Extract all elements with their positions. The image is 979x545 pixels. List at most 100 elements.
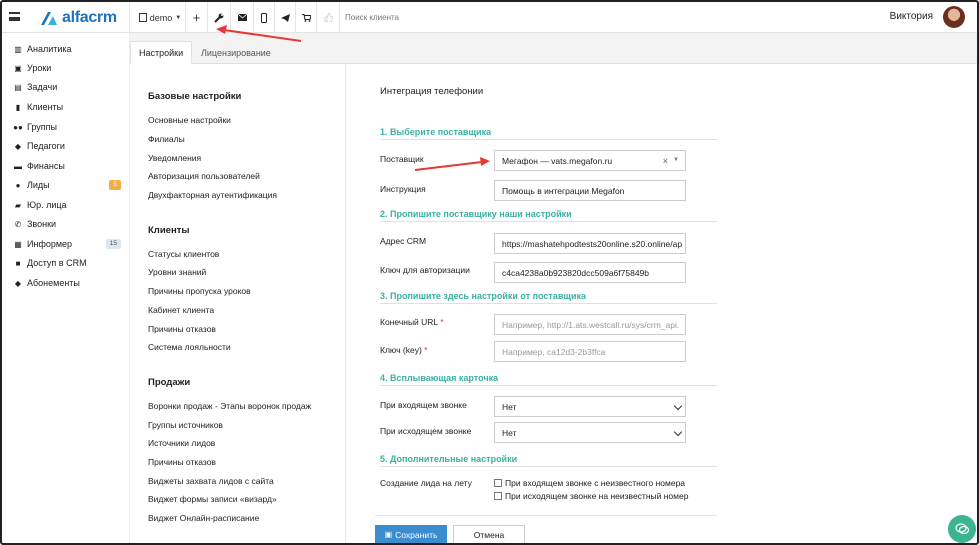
- required-mark: *: [440, 317, 444, 327]
- sidebar-item-leads[interactable]: ● Лиды 5: [13, 178, 121, 192]
- sidebar-item-label: Абонементы: [27, 278, 80, 288]
- checkbox-box[interactable]: [494, 492, 502, 500]
- sidebar-item-label: Аналитика: [27, 44, 72, 54]
- outgoing-call-label: При исходящем звонке: [380, 426, 472, 436]
- sidebar: ▥ Аналитика ▣ Уроки ▤ Задачи ▮ Клиенты ●● Гру…: [2, 33, 130, 543]
- add-button[interactable]: +: [186, 2, 207, 33]
- chevron-down-icon: [673, 401, 683, 411]
- crm-address-field[interactable]: https://mashatehpodtests20online.s20.onl…: [494, 233, 686, 254]
- instruction-link[interactable]: Помощь в интеграции Megafon: [494, 180, 686, 201]
- user-name[interactable]: Виктория: [890, 11, 933, 22]
- tab-licensing[interactable]: Лицензирование: [193, 41, 279, 64]
- menu-icon[interactable]: [9, 12, 20, 21]
- chat-widget-button[interactable]: [948, 515, 976, 543]
- branch-label: demo: [149, 12, 173, 23]
- outgoing-call-value: Нет: [502, 427, 517, 438]
- menu-item-main-settings[interactable]: Основные настройки: [148, 115, 231, 125]
- clear-icon[interactable]: ×: [663, 156, 668, 166]
- auth-key-label: Ключ для авторизации: [380, 265, 470, 275]
- menu-item-loyalty[interactable]: Система лояльности: [148, 342, 231, 352]
- menu-item-user-auth[interactable]: Авторизация пользователей: [148, 171, 260, 181]
- groups-icon: ●●: [13, 122, 23, 132]
- tab-label: Лицензирование: [201, 47, 271, 58]
- leads-count-badge: 5: [109, 180, 121, 190]
- cart-icon[interactable]: [296, 2, 316, 33]
- menu-item-2fa[interactable]: Двухфакторная аутентификация: [148, 190, 277, 200]
- caret-down-icon: ▼: [673, 157, 679, 163]
- menu-item-absence-reasons[interactable]: Причины пропуска уроков: [148, 286, 251, 296]
- menu-item-knowledge-levels[interactable]: Уровни знаний: [148, 267, 206, 277]
- checkbox-label: При исходящем звонке на неизвестный номе…: [505, 491, 689, 501]
- avatar[interactable]: [943, 6, 965, 28]
- menu-item-sales-funnels[interactable]: Воронки продаж - Этапы воронок продаж: [148, 401, 311, 411]
- phone-icon[interactable]: [254, 2, 274, 33]
- menu-item-schedule-widget[interactable]: Виджет Онлайн-расписание: [148, 513, 259, 523]
- incoming-unknown-checkbox[interactable]: При входящем звонке с неизвестного номер…: [494, 478, 685, 488]
- calls-icon: ✆: [14, 219, 22, 229]
- sidebar-item-tasks[interactable]: ▤ Задачи: [13, 80, 121, 94]
- provider-select[interactable]: Мегафон — vats.megafon.ru × ▼: [494, 150, 686, 171]
- provider-label: Поставщик: [380, 154, 424, 164]
- menu-item-lead-widgets[interactable]: Виджеты захвата лидов с сайта: [148, 476, 274, 486]
- incoming-call-select[interactable]: Нет: [494, 396, 686, 417]
- sidebar-item-label: Юр. лица: [27, 200, 67, 210]
- sidebar-item-calls[interactable]: ✆ Звонки: [13, 217, 121, 231]
- menu-item-branches[interactable]: Филиалы: [148, 134, 185, 144]
- sidebar-item-teachers[interactable]: ◆ Педагоги: [13, 139, 121, 153]
- mail-icon[interactable]: [231, 2, 253, 33]
- menu-item-client-cabinet[interactable]: Кабинет клиента: [148, 305, 214, 315]
- outgoing-unknown-checkbox[interactable]: При исходящем звонке на неизвестный номе…: [494, 491, 688, 501]
- informer-icon: ▦: [14, 239, 22, 249]
- branch-selector[interactable]: demo ▼: [134, 2, 186, 33]
- settings-menu: Базовые настройки Основные настройки Фил…: [130, 64, 346, 543]
- thumbs-up-icon[interactable]: [317, 2, 339, 33]
- menu-heading-clients: Клиенты: [148, 225, 190, 236]
- page-title: Интеграция телефонии: [380, 86, 484, 97]
- sidebar-item-label: Педагоги: [27, 141, 65, 151]
- sidebar-item-subscriptions[interactable]: ◆ Абонементы: [13, 276, 121, 290]
- cancel-button[interactable]: Отмена: [453, 525, 525, 544]
- sidebar-item-informer[interactable]: ▦ Информер 15: [13, 237, 121, 251]
- incoming-call-value: Нет: [502, 401, 517, 412]
- menu-heading-basic: Базовые настройки: [148, 91, 242, 102]
- telephony-form: Интеграция телефонии 1. Выберите поставщ…: [346, 64, 977, 544]
- provider-value: Мегафон — vats.megafon.ru: [502, 155, 613, 166]
- menu-item-notifications[interactable]: Уведомления: [148, 153, 201, 163]
- informer-count-badge: 15: [105, 239, 121, 249]
- section-popup-card: 4. Всплывающая карточка: [380, 373, 717, 386]
- analytics-icon: ▥: [14, 44, 22, 54]
- sidebar-item-lessons[interactable]: ▣ Уроки: [13, 61, 121, 75]
- incoming-call-label: При входящем звонке: [380, 400, 467, 410]
- logo[interactable]: alfacrm: [39, 9, 117, 27]
- tab-bar: Настройки Лицензирование: [130, 33, 977, 64]
- sidebar-item-legal-entities[interactable]: ▰ Юр. лица: [13, 198, 121, 212]
- telegram-icon[interactable]: [275, 2, 295, 33]
- checkbox-box[interactable]: [494, 479, 502, 487]
- menu-item-refusal-reasons[interactable]: Причины отказов: [148, 324, 216, 334]
- menu-item-lead-sources[interactable]: Источники лидов: [148, 438, 215, 448]
- sidebar-item-clients[interactable]: ▮ Клиенты: [13, 100, 121, 114]
- save-button[interactable]: ▣ Сохранить: [375, 525, 447, 544]
- tab-settings[interactable]: Настройки: [130, 41, 193, 64]
- wrench-icon[interactable]: [208, 2, 230, 33]
- sidebar-item-analytics[interactable]: ▥ Аналитика: [13, 42, 121, 56]
- sidebar-item-label: Группы: [27, 122, 57, 132]
- sidebar-item-finance[interactable]: ▬ Финансы: [13, 159, 121, 173]
- sidebar-item-label: Задачи: [27, 82, 58, 92]
- cancel-button-label: Отмена: [473, 529, 505, 540]
- sidebar-item-label: Звонки: [27, 219, 57, 229]
- menu-item-source-groups[interactable]: Группы источников: [148, 420, 223, 430]
- menu-item-wizard-widget[interactable]: Виджет формы записи «визард»: [148, 494, 277, 504]
- sidebar-item-crm-access[interactable]: ■ Доступ в CRM: [13, 256, 121, 270]
- instruction-label: Инструкция: [380, 184, 426, 194]
- sidebar-item-groups[interactable]: ●● Группы: [13, 120, 121, 134]
- chat-icon: [955, 523, 969, 535]
- endpoint-url-field[interactable]: Например, http://1.ats.westcall.ru/sys/c…: [494, 314, 686, 335]
- key-field[interactable]: Например, ca12d3-2b3ffca: [494, 341, 686, 362]
- menu-item-client-statuses[interactable]: Статусы клиентов: [148, 249, 219, 259]
- search-input[interactable]: Поиск клиента: [345, 13, 399, 22]
- outgoing-call-select[interactable]: Нет: [494, 422, 686, 443]
- caret-down-icon: ▼: [175, 14, 182, 21]
- auth-key-field[interactable]: c4ca4238a0b923820dcc509a6f75849b: [494, 262, 686, 283]
- menu-item-sales-refusal-reasons[interactable]: Причины отказов: [148, 457, 216, 467]
